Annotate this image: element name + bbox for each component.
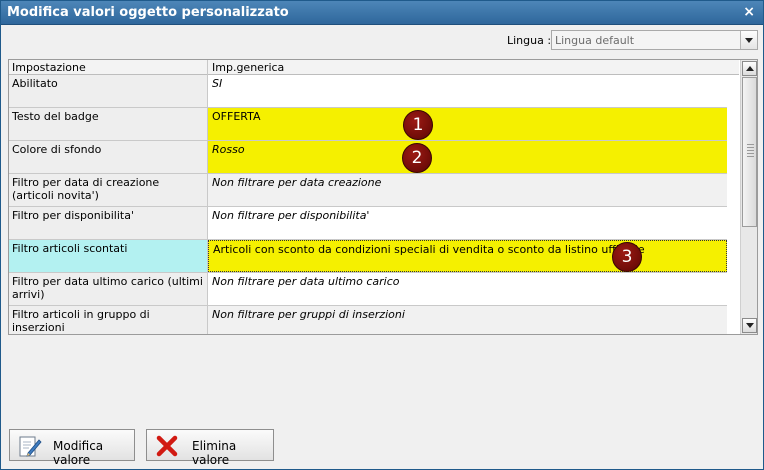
grip-line (747, 150, 754, 151)
delete-value-label: Elimina valore (192, 439, 237, 467)
grip-line (747, 153, 754, 154)
table-row[interactable]: Filtro per data di creazione (articoli n… (9, 174, 727, 207)
close-icon[interactable]: × (743, 4, 755, 20)
language-label: Lingua : (507, 34, 552, 47)
setting-name: Filtro per data ultimo carico (ultimi ar… (9, 273, 208, 305)
callout-badge-2: 2 (402, 143, 432, 173)
grid-header: Impostazione Imp.generica (9, 60, 739, 75)
column-header-value[interactable]: Imp.generica (212, 61, 284, 74)
setting-name: Testo del badge (9, 108, 208, 140)
setting-value[interactable]: Non filtrare per data creazione (208, 174, 727, 206)
setting-name: Filtro articoli scontati (9, 240, 208, 272)
table-row[interactable]: Filtro articoli in gruppo di inserzioni … (9, 306, 727, 334)
setting-value[interactable]: Articoli con sconto da condizioni specia… (208, 240, 727, 272)
vertical-scrollbar[interactable] (740, 60, 757, 334)
callout-badge-3: 3 (612, 242, 642, 272)
setting-value[interactable]: Non filtrare per gruppi di inserzioni (208, 306, 727, 334)
setting-name: Abilitato (9, 75, 208, 107)
column-separator[interactable] (207, 60, 208, 75)
column-header-setting[interactable]: Impostazione (12, 61, 86, 74)
table-row[interactable]: Colore di sfondo Rosso (9, 141, 727, 174)
table-row[interactable]: Filtro per data ultimo carico (ultimi ar… (9, 273, 727, 306)
setting-name: Filtro per data di creazione (articoli n… (9, 174, 208, 206)
dialog-window: Modifica valori oggetto personalizzato ×… (0, 0, 764, 470)
setting-value[interactable]: Rosso (208, 141, 727, 173)
edit-value-button[interactable]: Modifica valore (9, 429, 135, 467)
edit-value-label: Modifica valore (53, 439, 104, 467)
grip-line (747, 147, 754, 148)
red-x-icon (156, 435, 178, 457)
setting-value[interactable]: OFFERTA (208, 108, 727, 140)
language-value: Lingua default (555, 34, 635, 47)
setting-value[interactable]: Non filtrare per data ultimo carico (208, 273, 727, 305)
chevron-down-icon[interactable] (740, 31, 757, 49)
pencil-document-icon (19, 436, 42, 457)
grip-line (747, 144, 754, 145)
setting-name: Filtro per disponibilita' (9, 207, 208, 239)
setting-name: Colore di sfondo (9, 141, 208, 173)
grip-line (747, 156, 754, 157)
scroll-thumb[interactable] (742, 77, 757, 227)
language-select[interactable]: Lingua default (551, 30, 758, 50)
settings-grid: Impostazione Imp.generica Abilitato SI T… (8, 59, 758, 335)
title-bar[interactable]: Modifica valori oggetto personalizzato × (1, 1, 763, 25)
window-title: Modifica valori oggetto personalizzato (7, 5, 289, 20)
scroll-down-icon[interactable] (742, 318, 757, 333)
table-row[interactable]: Abilitato SI (9, 75, 727, 108)
table-row[interactable]: Testo del badge OFFERTA (9, 108, 727, 141)
callout-badge-1: 1 (403, 110, 433, 140)
setting-value[interactable]: SI (208, 75, 727, 107)
table-row[interactable]: Filtro per disponibilita' Non filtrare p… (9, 207, 727, 240)
delete-value-button[interactable]: Elimina valore (146, 429, 274, 467)
setting-name: Filtro articoli in gruppo di inserzioni (9, 306, 208, 334)
scroll-up-icon[interactable] (742, 61, 757, 76)
setting-value[interactable]: Non filtrare per disponibilita' (208, 207, 727, 239)
